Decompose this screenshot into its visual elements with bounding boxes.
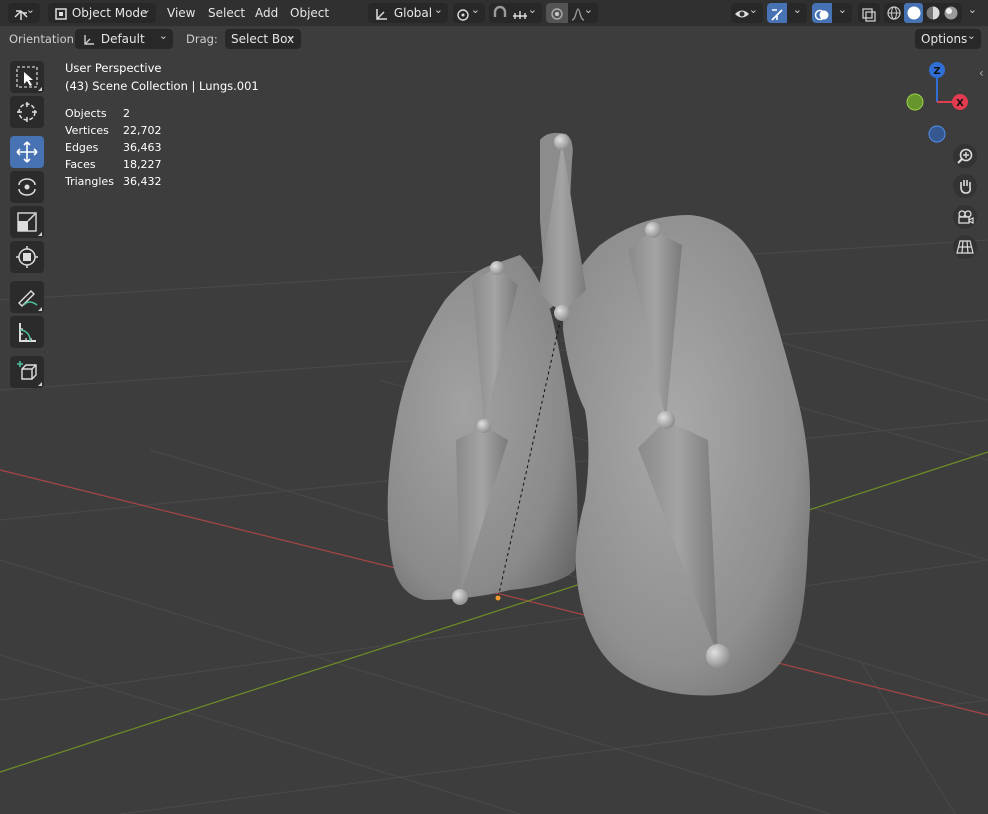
solid-shading-icon — [907, 6, 921, 20]
object-origin — [495, 595, 501, 601]
overlay-toggle[interactable] — [812, 3, 832, 23]
measure-ruler-icon — [19, 323, 36, 342]
transform-orientation-dropdown[interactable]: Global — [368, 0, 448, 23]
stat-triangles-value: 36,432 — [123, 175, 162, 188]
perspective-grid-icon — [956, 240, 974, 254]
stat-objects-label: Objects — [65, 107, 107, 120]
transform-icon — [16, 246, 38, 268]
drag-label: Drag: — [186, 32, 218, 46]
gizmo-axis-z-label: Z — [933, 66, 940, 77]
zoom-magnifier-icon — [957, 148, 973, 164]
orientation-default-icon — [84, 34, 94, 45]
move-icon — [16, 141, 38, 163]
pan-hand-icon — [960, 180, 971, 194]
tool-expand-indicator — [38, 232, 42, 236]
tool-annotate[interactable] — [10, 281, 44, 313]
wireframe-shading-icon — [887, 6, 901, 20]
gizmo-axis-z-negative[interactable] — [928, 125, 946, 143]
toggle-perspective-button[interactable] — [953, 235, 977, 259]
stat-objects-value: 2 — [123, 107, 130, 120]
rotate-icon — [18, 178, 36, 196]
falloff-dropdown[interactable] — [568, 0, 598, 23]
material-preview-icon — [926, 6, 940, 20]
stat-triangles-label: Triangles — [65, 175, 114, 188]
stat-vertices-label: Vertices — [65, 124, 109, 137]
tool-settings-bar: Orientation: Default Drag: Select Box Op… — [0, 26, 988, 50]
gizmo-icon — [771, 8, 783, 21]
stat-vertices-value: 22,702 — [123, 124, 162, 137]
stat-faces-label: Faces — [65, 158, 96, 171]
snap-increment-icon — [513, 10, 527, 19]
view-perspective-label: User Perspective — [65, 61, 162, 75]
shading-mode-group — [884, 3, 962, 23]
pan-button[interactable] — [953, 174, 977, 198]
gizmo-toggle[interactable] — [767, 3, 787, 23]
tool-measure[interactable] — [10, 316, 44, 348]
gizmo-axis-x-label: X — [956, 98, 964, 109]
gizmo-axis-y-negative[interactable] — [906, 93, 924, 111]
tool-expand-indicator — [38, 382, 42, 386]
stat-edges-value: 36,463 — [123, 141, 162, 154]
orientation-dropdown[interactable]: Default — [75, 26, 173, 49]
tool-transform[interactable] — [10, 241, 44, 273]
shading-wireframe-button[interactable] — [886, 5, 903, 21]
orientation-global-icon — [376, 8, 387, 20]
mode-dropdown[interactable]: Object Mode — [48, 0, 156, 23]
editor-type-3d-viewport-icon — [14, 9, 28, 20]
tool-select-box[interactable] — [10, 61, 44, 93]
tool-scale[interactable] — [10, 206, 44, 238]
editor-type-button[interactable] — [8, 0, 40, 23]
tool-expand-indicator — [38, 87, 42, 91]
viewport-scene[interactable] — [0, 0, 988, 814]
shading-material-button[interactable] — [925, 5, 942, 21]
tool-move[interactable] — [10, 136, 44, 168]
tool-add-cube[interactable] — [10, 356, 44, 388]
menu-object[interactable]: Object — [284, 3, 335, 23]
tool-cursor[interactable] — [10, 96, 44, 128]
orientation-label: Orientation: — [9, 32, 78, 46]
snap-target-dropdown[interactable] — [509, 0, 542, 23]
annotate-pencil-icon — [18, 290, 38, 307]
camera-view-button[interactable] — [953, 205, 977, 229]
camera-icon — [958, 210, 974, 224]
3d-viewport[interactable]: Object Mode View Select Add Object Globa… — [0, 0, 988, 814]
shading-options-dropdown[interactable] — [962, 0, 982, 23]
snap-magnet-icon — [493, 5, 507, 17]
tool-expand-indicator — [38, 307, 42, 311]
sidebar-toggle-chevron-icon[interactable]: ‹ — [979, 66, 984, 80]
stat-edges-label: Edges — [65, 141, 99, 154]
shading-rendered-button[interactable] — [943, 5, 960, 21]
options-dropdown[interactable]: Options — [915, 26, 981, 49]
navigation-gizmo[interactable]: Z X — [900, 60, 980, 145]
eye-visibility-icon — [735, 10, 749, 17]
proportional-editing-icon — [551, 7, 563, 20]
overlay-dropdown[interactable] — [832, 0, 852, 23]
cursor-icon — [17, 102, 37, 122]
active-object-label: (43) Scene Collection | Lungs.001 — [65, 79, 259, 93]
viewport-header: Object Mode View Select Add Object Globa… — [0, 0, 988, 26]
select-box-icon — [16, 66, 38, 88]
menu-add[interactable]: Add — [249, 3, 284, 23]
pivot-point-dropdown[interactable] — [453, 0, 485, 23]
zoom-button[interactable] — [953, 144, 977, 168]
menu-select[interactable]: Select — [202, 3, 251, 23]
rendered-shading-icon — [944, 6, 958, 20]
gizmo-dropdown[interactable] — [787, 0, 807, 23]
object-mode-icon — [55, 7, 67, 20]
pivot-point-icon — [457, 8, 469, 21]
shading-solid-button[interactable] — [904, 3, 923, 23]
falloff-curve-icon — [571, 7, 585, 21]
stat-faces-value: 18,227 — [123, 158, 162, 171]
proportional-editing-toggle[interactable] — [546, 3, 568, 23]
drag-dropdown[interactable]: Select Box — [225, 26, 301, 49]
menu-view[interactable]: View — [161, 3, 201, 23]
visibility-dropdown[interactable] — [731, 0, 763, 23]
scale-icon — [17, 212, 37, 232]
tool-rotate[interactable] — [10, 171, 44, 203]
xray-toggle[interactable] — [858, 3, 880, 23]
add-cube-icon — [17, 361, 37, 380]
xray-icon — [862, 8, 876, 22]
overlay-icon — [814, 9, 829, 20]
snap-toggle[interactable] — [489, 3, 509, 23]
